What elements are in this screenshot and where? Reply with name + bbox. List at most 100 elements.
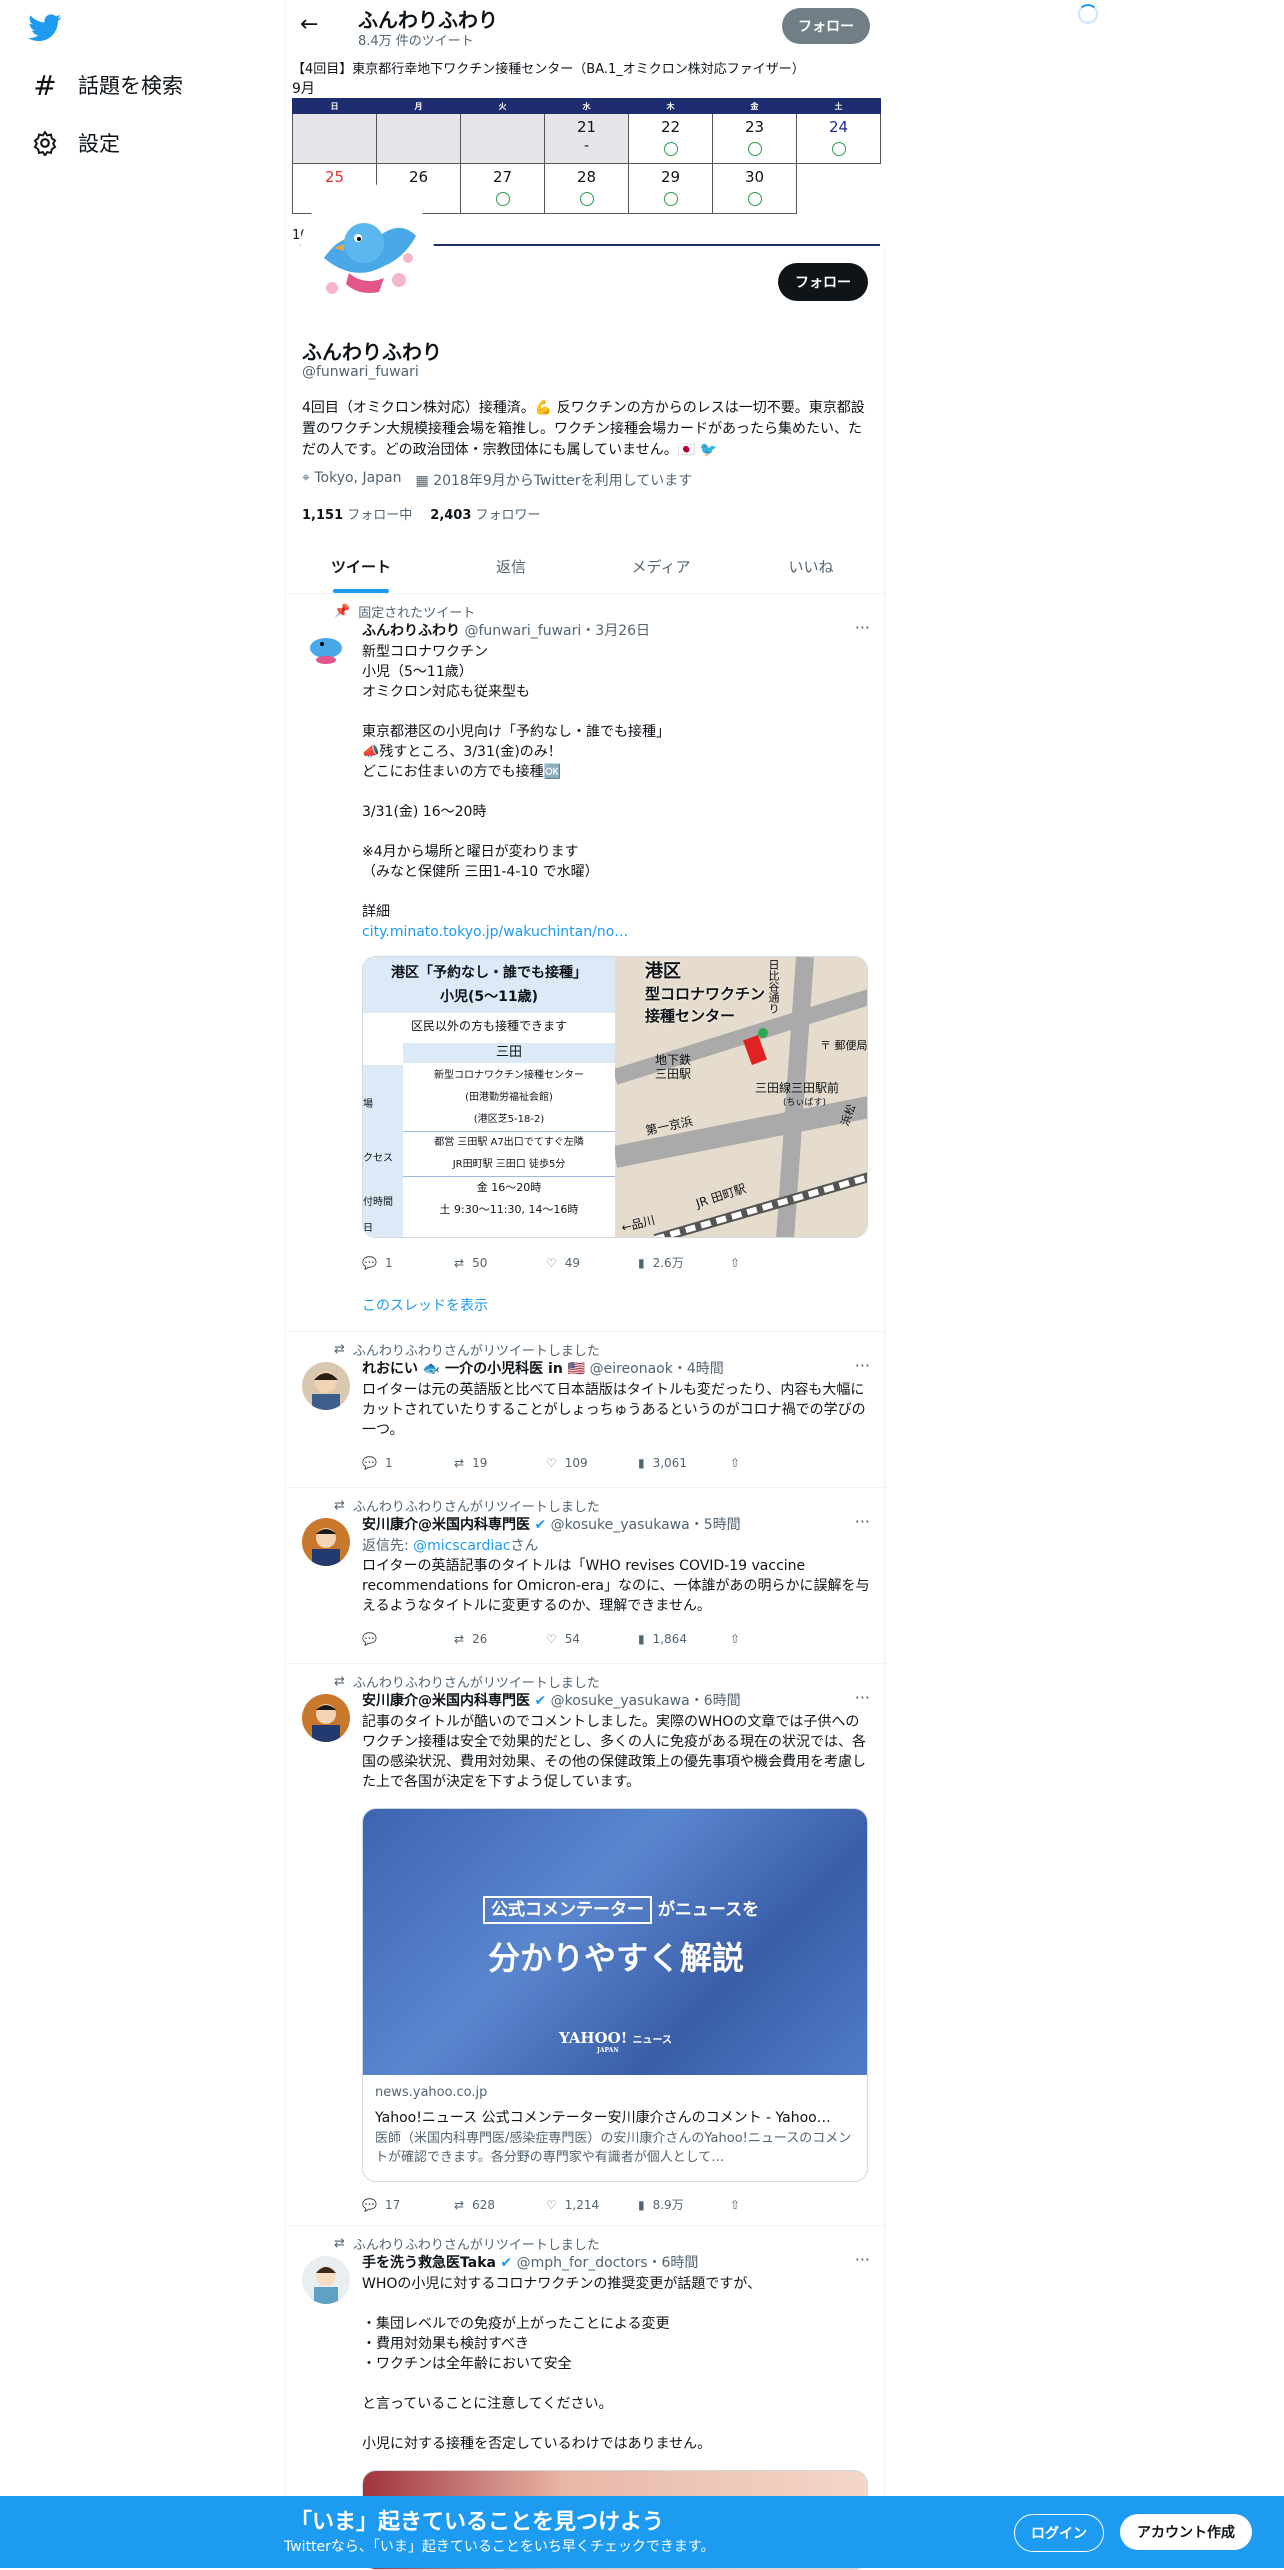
more-icon[interactable]: ···	[855, 618, 870, 637]
tweet[interactable]: ⇄ ふんわりふわりさんがリツイートしました 安川康介@米国内科専門医 ✔ @kos…	[286, 1664, 886, 2226]
views-button[interactable]: ▮ 8.9万	[638, 2196, 730, 2213]
tab-replies[interactable]: 返信	[436, 540, 586, 593]
author-name[interactable]: 安川康介@米国内科専門医	[362, 1693, 530, 1709]
share-icon: ⇧	[730, 1632, 741, 1646]
show-thread-link[interactable]: このスレッドを表示	[362, 1296, 870, 1316]
pin-icon: 📌	[334, 604, 351, 619]
retweet-button[interactable]: ⇄ 628	[454, 2196, 546, 2213]
tweet[interactable]: ⇄ ふんわりふわりさんがリツイートしました れおにい 🐟 一介の小児科医 in 🇺…	[286, 1332, 886, 1488]
context-text: ふんわりふわりさんがリツイートしました	[352, 1500, 600, 1515]
tweet-time[interactable]: ・6時間	[648, 2255, 699, 2271]
tweet-time[interactable]: ・6時間	[690, 1693, 741, 1709]
tweet[interactable]: 📌 固定されたツイート ふんわりふわり @funwari_fuwari・3月26日…	[286, 594, 886, 1332]
flyer-venue: 新型コロナワクチン接種センター	[434, 1070, 584, 1081]
like-button[interactable]: ♡ 49	[546, 1254, 638, 1271]
reply-to-handle[interactable]: @micscardiac	[413, 1538, 510, 1554]
author-handle[interactable]: @mph_for_doctors	[517, 2255, 648, 2271]
tweet[interactable]: ⇄ ふんわりふわりさんがリツイートしました 安川康介@米国内科専門医 ✔ @kos…	[286, 1488, 886, 1664]
reply-button[interactable]: 💬	[362, 1632, 454, 1646]
link-card[interactable]: 公式コメンテーター がニュースを 分かりやすく解説 YAHOO! ニュース JAP…	[362, 1808, 868, 2182]
share-button[interactable]: ⇧	[730, 1254, 822, 1271]
flyer-row-labels: 場 クセス 付時間 日	[363, 1065, 403, 1237]
available-circle-icon	[831, 142, 846, 156]
retweet-button[interactable]: ⇄ 19	[454, 1456, 546, 1470]
more-icon[interactable]: ···	[855, 1688, 870, 1707]
avatar[interactable]	[302, 624, 350, 672]
back-arrow-icon[interactable]: ←	[300, 12, 318, 37]
more-icon[interactable]: ···	[855, 1512, 870, 1531]
author-name[interactable]: ふんわりふわり	[362, 623, 460, 639]
profile-avatar[interactable]	[300, 184, 434, 318]
following-link[interactable]: 1,151 フォロー中	[302, 504, 412, 523]
header-follow-button[interactable]: フォロー	[782, 8, 870, 44]
tweet-image[interactable]: 港区「予約なし・誰でも接種」 小児(5〜11歳) 区民以外の方も接種できます 三…	[362, 956, 868, 1238]
author-handle[interactable]: @eireonaok	[590, 1361, 673, 1377]
twitter-logo-icon[interactable]	[28, 14, 62, 42]
nav-settings[interactable]: 設定	[30, 128, 120, 158]
followers-link[interactable]: 2,403 フォロワー	[430, 504, 540, 523]
author-handle[interactable]: @funwari_fuwari	[464, 623, 581, 639]
tab-tweets[interactable]: ツイート	[286, 540, 436, 593]
views-button[interactable]: ▮ 3,061	[638, 1456, 730, 1470]
calendar-day	[460, 113, 545, 164]
tweet-context: ⇄ ふんわりふわりさんがリツイートしました	[334, 1496, 600, 1515]
avatar[interactable]	[302, 1362, 350, 1410]
tweet-link[interactable]: city.minato.tokyo.jp/wakuchintan/no…	[362, 922, 870, 942]
author-name[interactable]: 安川康介@米国内科専門医	[362, 1517, 530, 1533]
row-label: 日	[363, 1223, 373, 1234]
nav-explore[interactable]: # 話題を検索	[30, 68, 183, 102]
share-icon: ⇧	[730, 1255, 741, 1270]
day-number: 30	[744, 168, 765, 186]
like-button[interactable]: ♡ 1,214	[546, 2196, 638, 2213]
tweet-time[interactable]: ・3月26日	[581, 623, 650, 639]
more-icon[interactable]: ···	[855, 1356, 870, 1375]
reply-count: 1	[384, 1456, 393, 1470]
author-name[interactable]: 手を洗う救急医Taka	[362, 2255, 496, 2271]
share-button[interactable]: ⇧	[730, 2196, 822, 2213]
like-button[interactable]: ♡ 54	[546, 1632, 638, 1646]
share-button[interactable]: ⇧	[730, 1632, 822, 1646]
tab-likes[interactable]: いいね	[736, 540, 886, 593]
calendar-icon: ▦	[415, 473, 429, 489]
login-button[interactable]: ログイン	[1014, 2514, 1104, 2552]
retweet-icon: ⇄	[454, 2197, 465, 2212]
hashtag-icon: #	[33, 68, 57, 102]
reply-count: 1	[384, 1255, 393, 1270]
chart-icon: ▮	[638, 1632, 645, 1646]
views-button[interactable]: ▮ 1,864	[638, 1632, 730, 1646]
map-label: 三田線三田駅前	[755, 1081, 840, 1095]
reply-button[interactable]: 💬 17	[362, 2196, 454, 2213]
views-button[interactable]: ▮ 2.6万	[638, 1254, 730, 1271]
map-label-line: 地下鉄	[655, 1053, 692, 1067]
tweet-header: れおにい 🐟 一介の小児科医 in 🇺🇸 @eireonaok・4時間	[362, 1358, 724, 1378]
more-icon[interactable]: ···	[855, 2250, 870, 2269]
profile-follow-button[interactable]: フォロー	[778, 263, 868, 301]
card-title: Yahoo!ニュース 公式コメンテーター安川康介さんのコメント - Yahoo…	[375, 2110, 831, 2126]
reply-button[interactable]: 💬 1	[362, 1456, 454, 1470]
calendar-day: 21 -	[544, 113, 629, 164]
flyer-panel: 港区「予約なし・誰でも接種」 小児(5〜11歳) 区民以外の方も接種できます 三…	[363, 957, 615, 1237]
day-number: 25	[324, 168, 345, 186]
chart-icon: ▮	[638, 1456, 645, 1470]
reply-icon: 💬	[362, 1255, 377, 1270]
signup-button[interactable]: アカウント作成	[1120, 2514, 1252, 2550]
author-handle[interactable]: @kosuke_yasukawa	[551, 1693, 690, 1709]
tweet-time[interactable]: ・5時間	[690, 1517, 741, 1533]
avatar[interactable]	[302, 1694, 350, 1742]
retweet-count: 19	[472, 1456, 488, 1470]
retweet-button[interactable]: ⇄ 26	[454, 1632, 546, 1646]
reply-button[interactable]: 💬 1	[362, 1254, 454, 1271]
author-handle[interactable]: @kosuke_yasukawa	[551, 1517, 690, 1533]
like-button[interactable]: ♡ 109	[546, 1456, 638, 1470]
retweet-button[interactable]: ⇄ 50	[454, 1254, 546, 1271]
day-number: 22	[660, 118, 681, 136]
tab-media[interactable]: メディア	[586, 540, 736, 593]
avatar[interactable]	[302, 1518, 350, 1566]
banner-title: 【4回目】東京都行幸地下ワクチン接種センター（BA.1_オミクロン株対応ファイザ…	[292, 62, 805, 77]
day-number: 24	[828, 118, 849, 136]
avatar[interactable]	[302, 2256, 350, 2304]
author-name[interactable]: れおにい 🐟 一介の小児科医 in 🇺🇸	[362, 1361, 585, 1377]
share-button[interactable]: ⇧	[730, 1456, 822, 1470]
tweet-time[interactable]: ・4時間	[673, 1361, 724, 1377]
day-number: 27	[492, 168, 513, 186]
